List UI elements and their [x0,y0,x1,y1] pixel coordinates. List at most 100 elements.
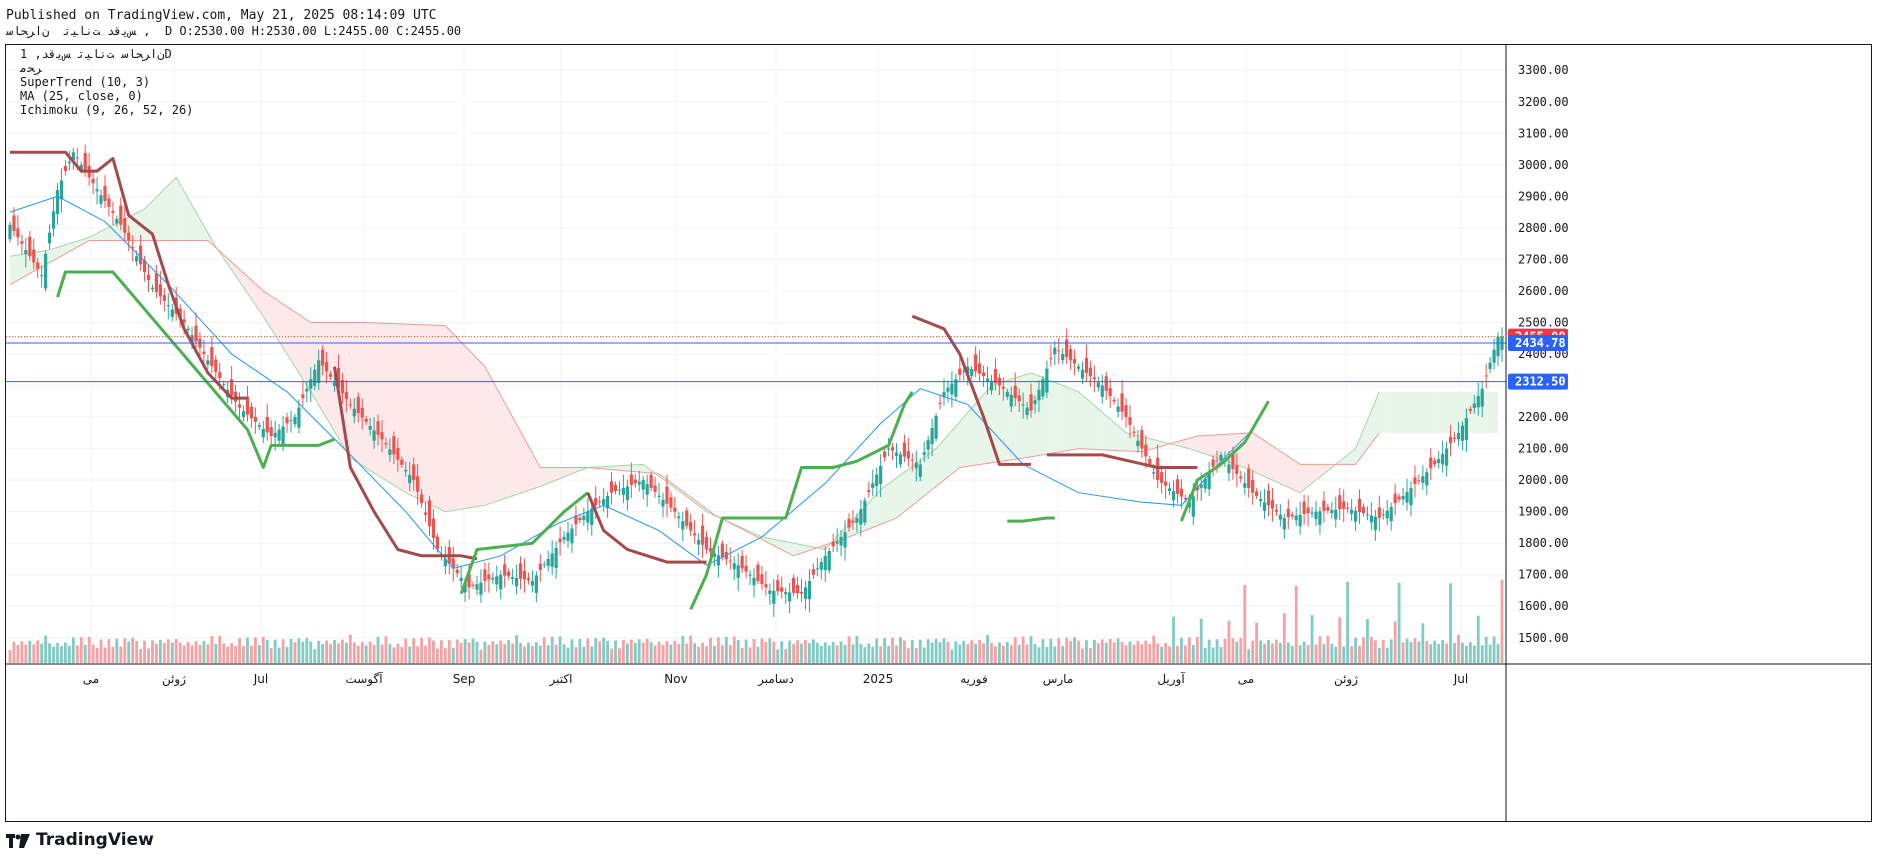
legend-supertrend[interactable]: SuperTrend (10, 3) [20,75,150,89]
candle-body [542,564,546,566]
volume-bar [1144,640,1148,663]
volume-bar [376,636,380,663]
volume-bar [681,635,685,663]
volume-bar [408,646,412,663]
candle-body [12,215,16,232]
candle-body [871,483,875,488]
candle-body [689,521,693,531]
candle-body [1294,515,1298,521]
volume-bar [752,639,756,663]
candle-body [1088,367,1093,377]
volume-bar [574,647,578,663]
volume-bar [309,641,313,663]
volume-bar [1286,642,1290,663]
volume-bar [1421,623,1425,663]
candle-body [1065,339,1069,358]
x-month-label: 2025 [863,672,894,686]
volume-bar [447,639,451,663]
candle-body [1072,358,1077,364]
ichimoku-cloud-segment [160,185,169,241]
candle-body [214,359,218,373]
candle-body [637,481,641,485]
candle-body [760,574,764,585]
supertrend-down-line [1046,453,1198,469]
candle-body [1314,511,1318,520]
ichimoku-cloud-segment [350,322,359,464]
volume-bar [479,649,483,663]
ichimoku-cloud-segment [880,483,889,525]
candle-body [154,273,159,293]
volume-bar [1251,640,1255,663]
volume-bar [103,647,107,663]
volume-bar [388,644,392,663]
y-tick-label: 1800.00 [1518,536,1569,550]
price-label-text: 2434.78 [1515,336,1566,350]
candle-body [910,459,914,461]
candle-body [111,210,115,213]
candle-body [412,464,416,481]
chart-panel[interactable]: 1500.00 1600.00 1700.00 1800.00 1900.00 2000.… [5,44,1872,822]
candle-body [799,591,804,594]
volume-bar [499,640,503,663]
chart-canvas[interactable]: 1500.00 1600.00 1700.00 1800.00 1900.00 2000.… [6,45,1871,821]
volume-bar [839,641,843,663]
candle-body [598,501,602,503]
volume-bar [934,638,938,663]
volume-bar [978,639,982,663]
ichimoku-cloud-segment [1054,382,1063,453]
volume-bar [471,638,475,663]
candle-body [562,536,566,540]
volume-bar [158,639,162,663]
volume-bar [83,644,87,663]
volume-bar [475,641,479,663]
volume-bar [867,643,871,663]
ichimoku-cloud-segment [1284,453,1293,490]
volume-bar [8,650,12,663]
candle-body [1033,400,1037,405]
candle-body [1389,506,1393,522]
volume-bar [1203,647,1207,663]
legend-ichimoku[interactable]: Ichimoku (9, 26, 52, 26) [20,103,193,117]
volume-bar [1405,638,1409,663]
candle-body [127,232,131,241]
candle-body [1437,459,1441,464]
volume-bar [214,643,218,663]
candle-body [1381,514,1385,516]
candle-body [281,426,285,445]
candle-body [1124,405,1128,418]
candle-body [1342,501,1346,509]
volume-bar [697,646,701,663]
candle-body [534,575,538,593]
candle-body [166,305,170,307]
volume-bar [1081,648,1084,663]
candle-body [289,420,293,422]
volume-bar [724,637,728,663]
volume-bar [970,640,974,663]
candle-body [518,563,523,579]
legend-symbol[interactable]: ﻥاﺮﺤﺎﺳ ﺖﻧﺎﯿﺗ ﺲﯾﻗﺪ, 1D [20,47,172,61]
volume-bar [922,647,926,663]
candle-body [1452,438,1457,440]
volume-bar [1211,647,1215,663]
legend-ma[interactable]: MA (25, close, 0) [20,89,143,103]
volume-bar [661,644,665,663]
volume-bar [1037,647,1041,663]
candle-body [1053,347,1057,355]
candle-body [855,517,859,523]
volume-bar [1255,622,1259,663]
volume-bar [1275,639,1278,663]
candle-body [194,325,198,342]
tradingview-brand[interactable]: TradingView [6,830,154,850]
candle-body [736,565,740,578]
volume-bar [677,644,681,663]
y-tick-label: 3200.00 [1518,95,1569,109]
candle-body [558,538,562,543]
volume-bar [1354,637,1357,663]
x-month-label: مارس [1043,672,1074,687]
candle-body [1429,457,1433,469]
candle-body [641,480,645,490]
candle-body [1120,393,1124,412]
volume-bar [732,636,736,663]
candle-body [629,474,633,485]
candle-body [392,436,396,455]
